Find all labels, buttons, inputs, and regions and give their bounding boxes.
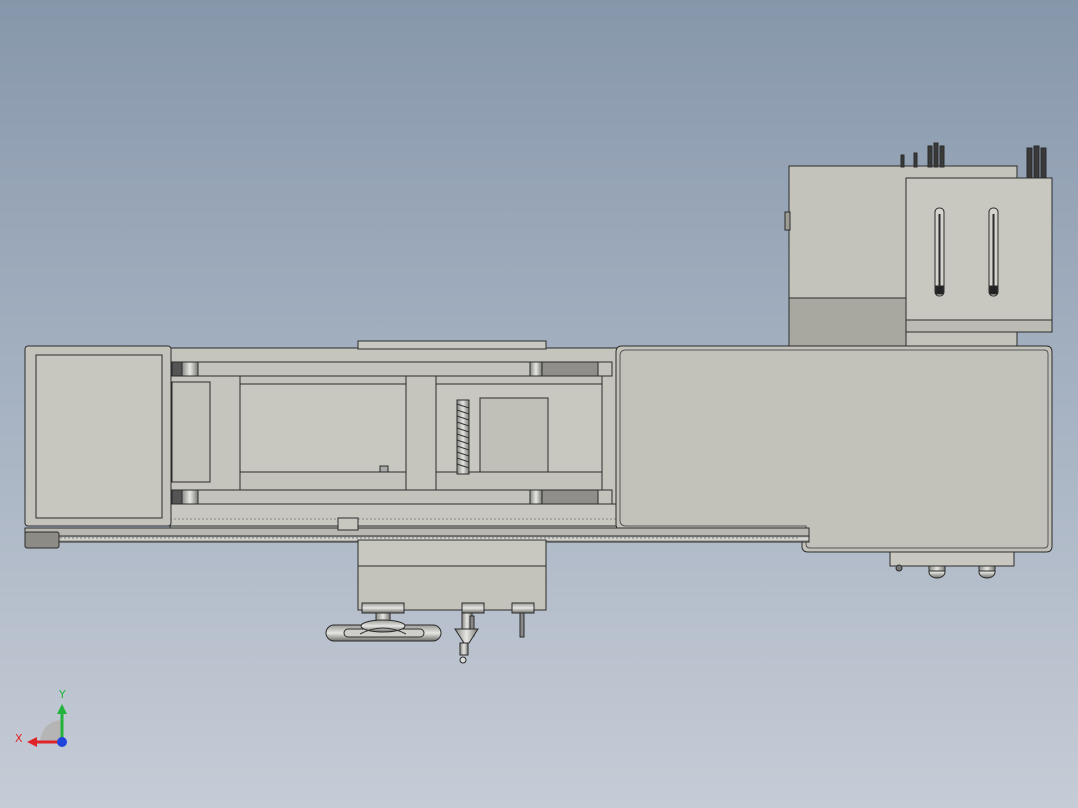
triad-x-label: X: [15, 732, 23, 745]
machine-cover: [615, 345, 1053, 553]
bed-slot-left: [171, 375, 407, 491]
triad-y-label: Y: [59, 688, 66, 701]
gear-lever-left: [934, 207, 945, 297]
coordinate-triad: [27, 704, 67, 747]
carriage: [357, 539, 547, 614]
headstock-body: [784, 165, 1053, 347]
tailstock: [24, 345, 172, 527]
bed-marker: [379, 465, 389, 473]
motor-base: [889, 551, 1015, 579]
graphics-viewport[interactable]: Y X: [0, 0, 1078, 808]
handwheel[interactable]: [325, 612, 442, 642]
tool-post: [454, 612, 525, 664]
gear-lever-right: [988, 207, 999, 297]
cad-model-view[interactable]: [0, 0, 1078, 808]
